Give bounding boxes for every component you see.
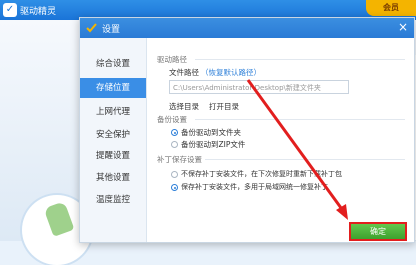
- divider: [205, 159, 405, 160]
- divider: [195, 119, 405, 120]
- section-patch: 补丁保存设置: [157, 155, 202, 164]
- confirm-button[interactable]: 确定: [349, 222, 407, 241]
- backup-folder-radio[interactable]: [171, 129, 178, 136]
- sidebar-item-general[interactable]: 综合设置: [80, 54, 146, 74]
- dialog-titlebar: 设置 ×: [80, 18, 414, 38]
- settings-sidebar: 综合设置 存储位置 上网代理 安全保护 提醒设置 其他设置 温度监控: [80, 38, 147, 242]
- check-logo-icon: [86, 23, 97, 33]
- sidebar-item-other[interactable]: 其他设置: [80, 168, 146, 188]
- patch-no-save-radio[interactable]: [171, 171, 178, 178]
- app-logo-icon: ✓: [3, 3, 17, 17]
- file-path-label: 文件路径: [169, 68, 199, 77]
- backup-folder-label[interactable]: 备份驱动到文件夹: [181, 127, 241, 138]
- section-driver-path: 驱动路径: [157, 55, 187, 64]
- sidebar-item-security[interactable]: 安全保护: [80, 125, 146, 145]
- close-icon[interactable]: ×: [398, 20, 408, 35]
- patch-no-save-label[interactable]: 不保存补丁安装文件，在下次修复时重新下载补丁包: [181, 169, 342, 179]
- section-backup: 备份设置: [157, 115, 187, 124]
- open-dir-button[interactable]: 打开目录: [209, 101, 239, 112]
- backup-zip-label[interactable]: 备份驱动到ZIP文件: [181, 139, 245, 150]
- sidebar-item-proxy[interactable]: 上网代理: [80, 102, 146, 122]
- patch-save-label[interactable]: 保存补丁安装文件，多用于局域网统一修复补丁: [181, 182, 328, 192]
- sidebar-item-reminder[interactable]: 提醒设置: [80, 146, 146, 166]
- patch-save-radio[interactable]: [171, 184, 178, 191]
- app-title: 驱动精灵: [20, 7, 57, 17]
- backup-zip-radio[interactable]: [171, 141, 178, 148]
- divider: [195, 59, 405, 60]
- settings-dialog: 设置 × 综合设置 存储位置 上网代理 安全保护 提醒设置 其他设置 温度监控 …: [79, 17, 415, 243]
- choose-dir-button[interactable]: 选择目录: [169, 101, 199, 112]
- vip-badge[interactable]: 会员: [366, 0, 416, 16]
- settings-content: 驱动路径 文件路径 （恢复默认路径） C:\Users\Administrato…: [147, 38, 414, 242]
- dialog-title: 设置: [102, 25, 121, 35]
- restore-default-link[interactable]: （恢复默认路径）: [201, 67, 261, 78]
- file-path-input[interactable]: C:\Users\Administrator\Desktop\新建文件夹: [169, 80, 349, 94]
- sidebar-item-temperature[interactable]: 温度监控: [80, 190, 146, 210]
- sidebar-item-storage[interactable]: 存储位置: [80, 78, 146, 98]
